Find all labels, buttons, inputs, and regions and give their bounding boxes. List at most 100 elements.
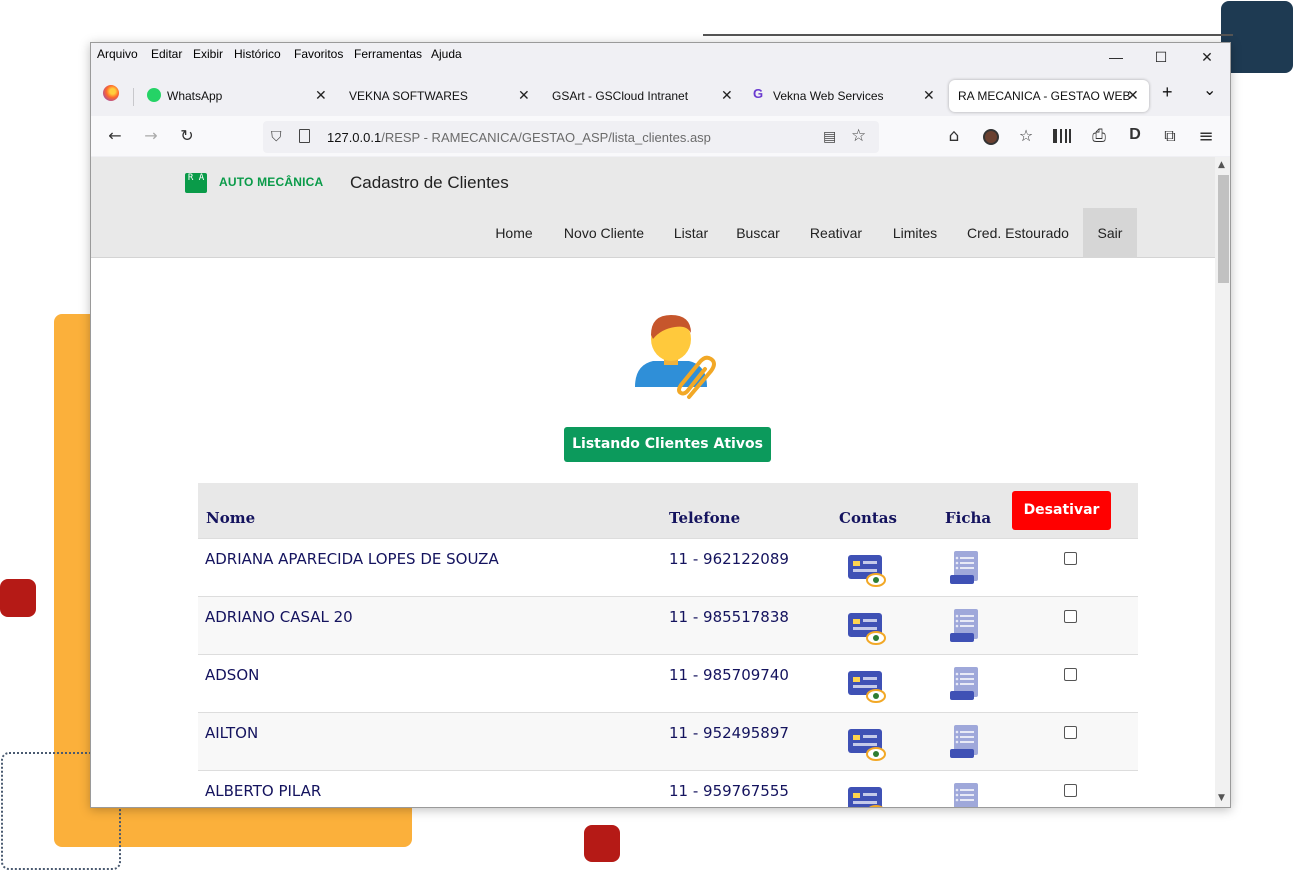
client-name[interactable]: AILTON — [205, 724, 258, 742]
tab-vekna-softwares[interactable]: VEKNA SOFTWARES ✕ — [323, 80, 530, 112]
menu-ferramentas[interactable]: Ferramentas — [354, 47, 422, 61]
menu-exibir[interactable]: Exibir — [193, 47, 223, 61]
menu-bar: Arquivo Editar Exibir Histórico Favorito… — [91, 43, 1230, 67]
nav-listar[interactable]: Listar — [665, 208, 717, 258]
logo-text: AUTO MECÂNICA — [219, 175, 324, 189]
menu-editar[interactable]: Editar — [151, 47, 182, 61]
nav-novo-cliente[interactable]: Novo Cliente — [553, 208, 655, 258]
decorative-red-square — [584, 825, 620, 862]
client-phone: 11 - 959767555 — [669, 782, 789, 800]
record-sheet-icon[interactable] — [950, 667, 980, 701]
menu-arquivo[interactable]: Arquivo — [97, 47, 138, 61]
reader-view-icon[interactable]: ▤ — [823, 128, 836, 145]
client-attachment-icon — [635, 315, 716, 399]
page-title: Cadastro de Clientes — [350, 173, 509, 192]
avatar[interactable] — [983, 129, 999, 145]
home-icon[interactable]: ⌂ — [943, 126, 965, 146]
table-row: AILTON 11 - 952495897 — [198, 712, 1138, 770]
deactivate-button[interactable]: Desativar — [1012, 491, 1111, 530]
vertical-scrollbar[interactable]: ▲ ▼ — [1215, 157, 1230, 807]
tab-label: WhatsApp — [167, 89, 223, 103]
d-extension-icon[interactable]: D — [1124, 126, 1146, 144]
deactivate-checkbox[interactable] — [1064, 668, 1077, 681]
tab-whatsapp[interactable]: WhatsApp ✕ — [141, 80, 333, 112]
favorites-icon[interactable]: ☆ — [1015, 126, 1037, 145]
forward-arrow-icon[interactable]: → — [140, 126, 162, 145]
decorative-red-square — [0, 579, 36, 617]
header-contas: Contas — [839, 509, 897, 527]
app-menu-icon[interactable]: ≡ — [1195, 126, 1217, 147]
nav-cred-estourado[interactable]: Cred. Estourado — [957, 208, 1079, 258]
accounts-icon[interactable] — [848, 612, 886, 646]
table-row: ADRIANA APARECIDA LOPES DE SOUZA 11 - 962… — [198, 538, 1138, 596]
table-header: Nome Telefone Contas Ficha Desativar — [198, 483, 1138, 538]
nav-sair[interactable]: Sair — [1083, 208, 1137, 258]
deactivate-checkbox[interactable] — [1064, 610, 1077, 623]
scroll-up-icon[interactable]: ▲ — [1218, 160, 1225, 170]
tab-label: VEKNA SOFTWARES — [349, 89, 468, 103]
decorative-line — [703, 34, 1233, 36]
client-name[interactable]: ADRIANA APARECIDA LOPES DE SOUZA — [205, 550, 499, 568]
tab-gsart[interactable]: GSArt - GSCloud Intranet ✕ — [526, 80, 733, 112]
tab-ra-mecanica[interactable]: RA MECANICA - GESTAO WEB ✕ — [949, 80, 1149, 112]
print-icon[interactable]: ⎙ — [1088, 126, 1110, 146]
web-page: R A AUTO MECÂNICA Cadastro de Clientes H… — [91, 157, 1215, 807]
record-sheet-icon[interactable] — [950, 783, 980, 807]
deactivate-checkbox[interactable] — [1064, 726, 1077, 739]
firefox-icon[interactable] — [103, 85, 119, 101]
accounts-icon[interactable] — [848, 554, 886, 588]
tab-label: RA MECANICA - GESTAO WEB — [958, 89, 1131, 103]
client-name[interactable]: ADRIANO CASAL 20 — [205, 608, 353, 626]
table-row: ADSON 11 - 985709740 — [198, 654, 1138, 712]
nav-reativar[interactable]: Reativar — [799, 208, 873, 258]
record-sheet-icon[interactable] — [950, 725, 980, 759]
client-phone: 11 - 985517838 — [669, 608, 789, 626]
menu-ajuda[interactable]: Ajuda — [431, 47, 462, 61]
reload-icon[interactable]: ↻ — [176, 126, 198, 145]
minimize-button[interactable]: — — [1106, 49, 1126, 65]
table-row: ALBERTO PILAR 11 - 959767555 — [198, 770, 1138, 807]
url-text[interactable]: 127.0.0.1/RESP - RAMECANICA/GESTAO_ASP/l… — [327, 130, 711, 145]
back-arrow-icon[interactable]: ← — [104, 126, 126, 145]
client-name[interactable]: ALBERTO PILAR — [205, 782, 321, 800]
menu-historico[interactable]: Histórico — [234, 47, 281, 61]
client-phone: 11 - 985709740 — [669, 666, 789, 684]
nav-home[interactable]: Home — [485, 208, 543, 258]
deactivate-checkbox[interactable] — [1064, 784, 1077, 797]
close-window-button[interactable]: ✕ — [1197, 49, 1217, 66]
menu-favoritos[interactable]: Favoritos — [294, 47, 343, 61]
new-tab-button[interactable]: + — [1162, 82, 1173, 114]
tab-list-button[interactable]: ⌄ — [1203, 80, 1216, 112]
shield-icon[interactable]: ⛉ — [271, 128, 282, 145]
extensions-icon[interactable]: ⧉ — [1159, 126, 1181, 146]
tab-close-icon[interactable]: ✕ — [721, 87, 733, 104]
maximize-button[interactable]: ☐ — [1151, 49, 1171, 66]
library-icon[interactable] — [1053, 129, 1071, 143]
listing-status-button[interactable]: Listando Clientes Ativos — [564, 427, 771, 462]
nav-buscar[interactable]: Buscar — [727, 208, 789, 258]
browser-window: Arquivo Editar Exibir Histórico Favorito… — [90, 42, 1231, 808]
nav-limites[interactable]: Limites — [883, 208, 947, 258]
bookmark-star-icon[interactable]: ☆ — [851, 126, 866, 146]
client-name[interactable]: ADSON — [205, 666, 259, 684]
logo-icon: R A — [185, 173, 207, 193]
tab-close-icon[interactable]: ✕ — [923, 87, 935, 104]
record-sheet-icon[interactable] — [950, 609, 980, 643]
g-icon: G — [753, 86, 764, 101]
accounts-icon[interactable] — [848, 786, 886, 807]
scroll-thumb[interactable] — [1218, 175, 1229, 283]
url-bar[interactable]: ⛉ 127.0.0.1/RESP - RAMECANICA/GESTAO_ASP… — [263, 121, 879, 153]
tab-label: GSArt - GSCloud Intranet — [552, 89, 689, 103]
deactivate-checkbox[interactable] — [1064, 552, 1077, 565]
decorative-navy-square — [1221, 1, 1293, 73]
tab-bar: WhatsApp ✕ VEKNA SOFTWARES ✕ GSArt - GSC… — [91, 74, 1230, 114]
tab-close-icon[interactable]: ✕ — [1127, 87, 1139, 104]
tab-vekna-web-services[interactable]: G Vekna Web Services ✕ — [747, 80, 943, 112]
accounts-icon[interactable] — [848, 728, 886, 762]
scroll-down-icon[interactable]: ▼ — [1218, 793, 1225, 803]
record-sheet-icon[interactable] — [950, 551, 980, 585]
accounts-icon[interactable] — [848, 670, 886, 704]
navigation-bar: ← → ↻ ⛉ 127.0.0.1/RESP - RAMECANICA/GEST… — [91, 116, 1230, 156]
client-phone: 11 - 962122089 — [669, 550, 789, 568]
page-icon — [299, 129, 310, 143]
